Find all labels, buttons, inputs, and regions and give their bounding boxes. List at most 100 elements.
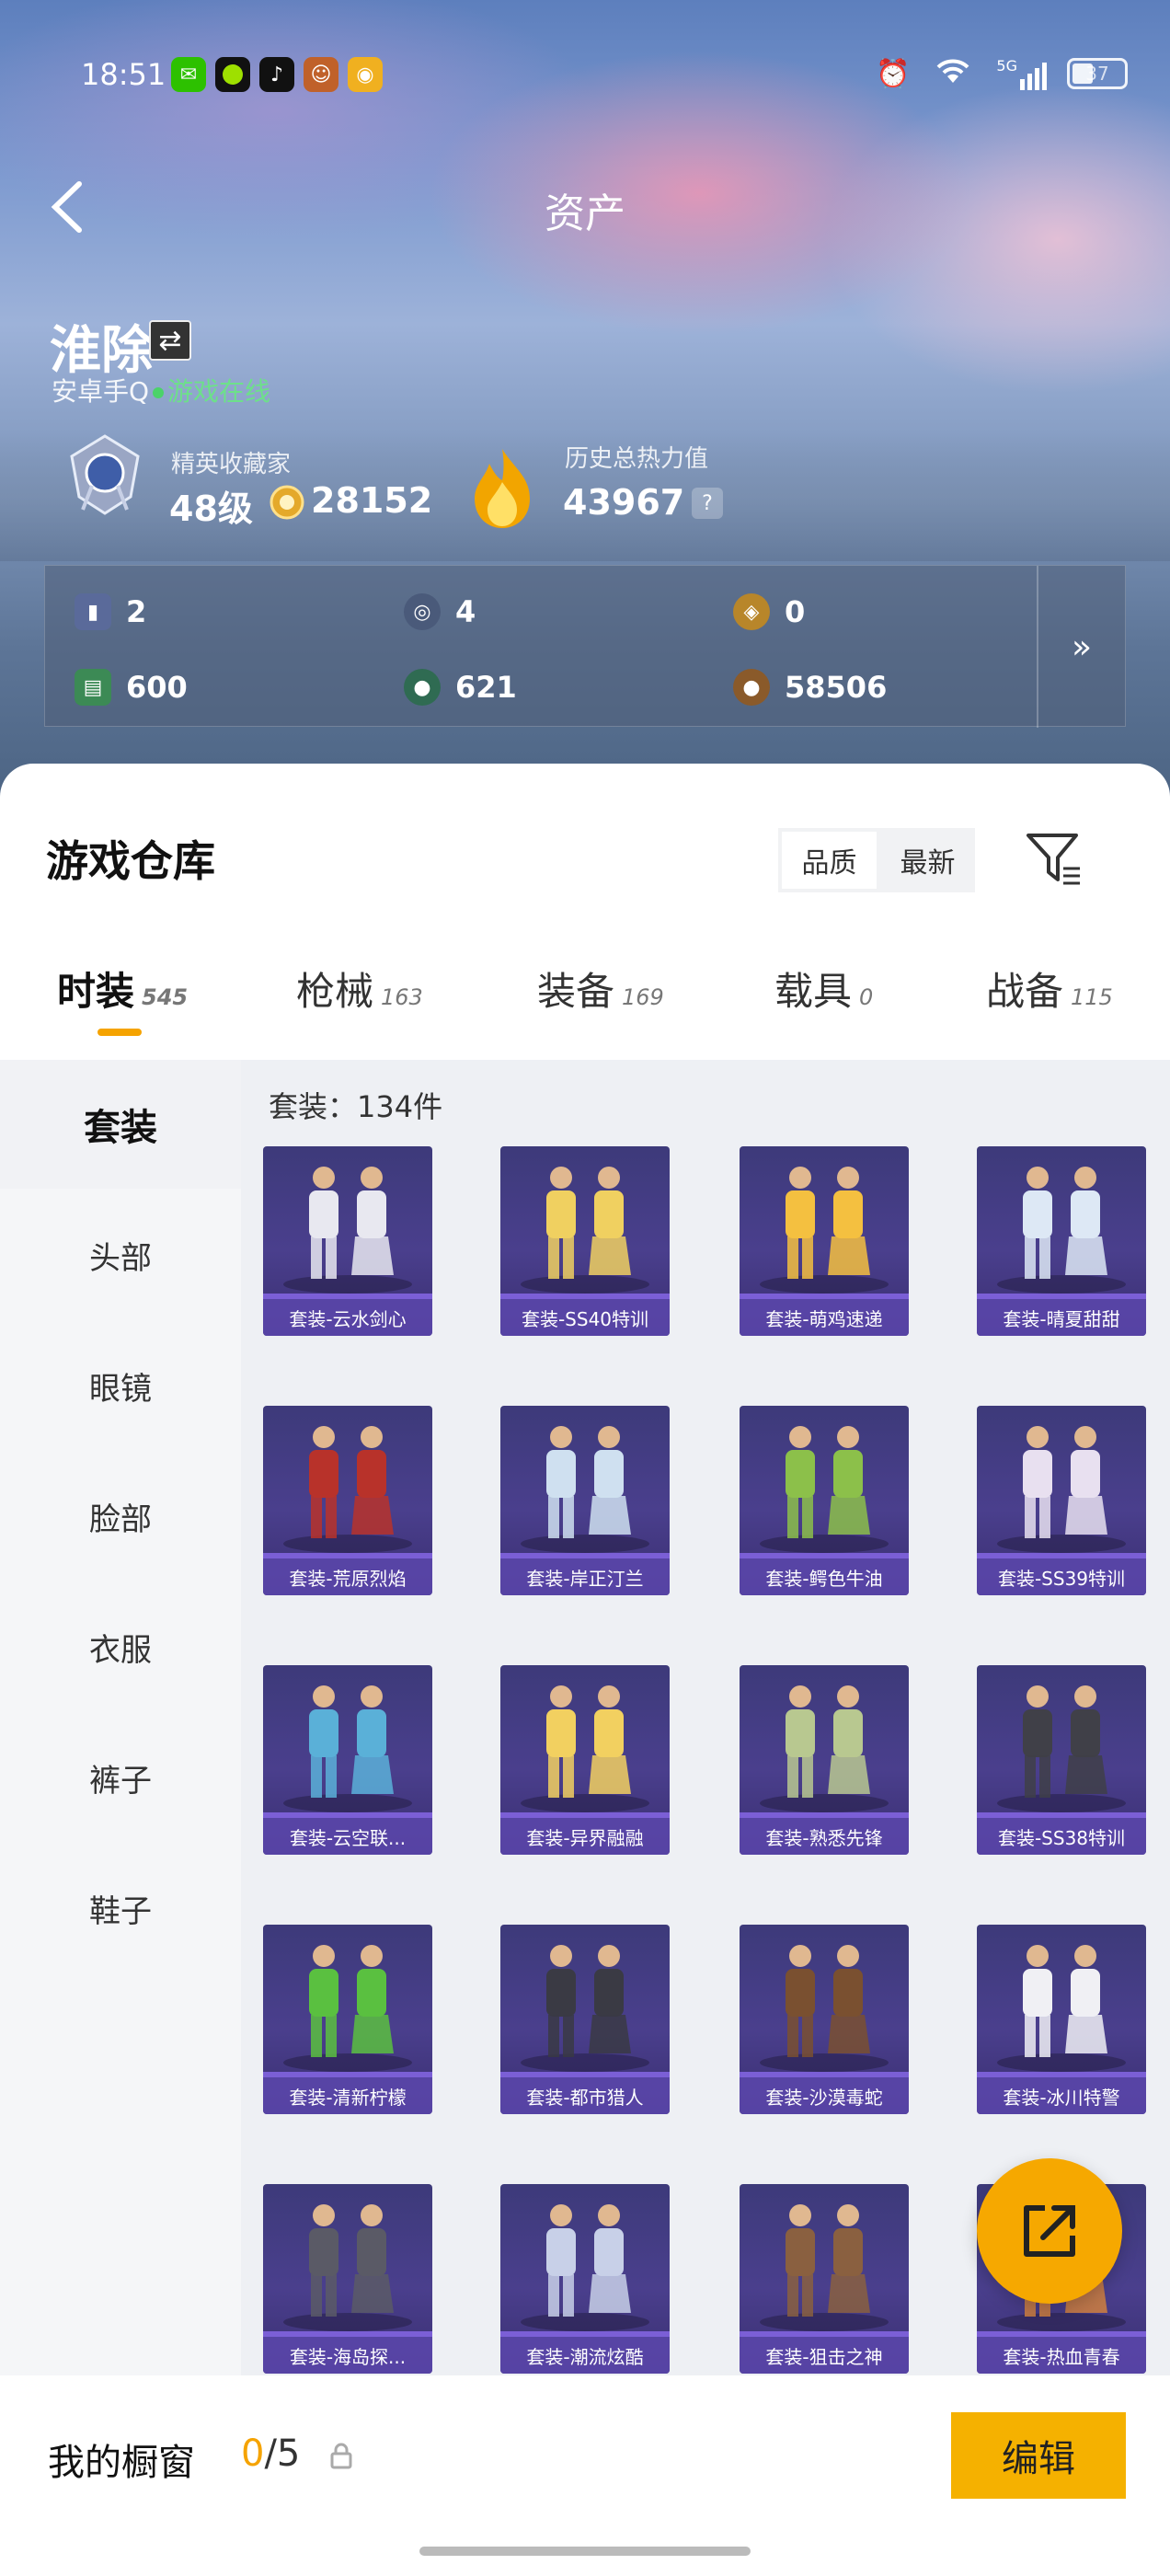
item-card-label: 套装-SS38特训 <box>977 1818 1146 1855</box>
item-card[interactable]: 套装-晴夏甜甜 <box>977 1146 1146 1336</box>
section-title: 游戏仓库 <box>46 836 215 886</box>
alarm-icon: ⏰ <box>876 57 911 90</box>
currency-value: 0 <box>785 594 806 629</box>
help-button[interactable]: ? <box>692 488 723 519</box>
outfit-image <box>997 1945 1126 2072</box>
currency-value: 2 <box>126 594 147 629</box>
status-bar: 18:51 ✉ ♪ ☺ ◉ ⏰ 5G 37 <box>0 0 1170 147</box>
page-title: 资产 <box>545 190 625 237</box>
item-card[interactable]: 套装-异界融融 <box>500 1665 670 1855</box>
sidebar-item-shoes[interactable]: 鞋子 <box>0 1844 241 1972</box>
grid-count-title: 套装：134件 <box>269 1089 443 1124</box>
item-card-label: 套装-岸正汀兰 <box>500 1558 670 1595</box>
item-card-label: 套装-云空联... <box>263 1818 432 1855</box>
item-card[interactable]: 套装-SS40特训 <box>500 1146 670 1336</box>
item-card[interactable]: 套装-云水剑心 <box>263 1146 432 1336</box>
rank-level: 48级 <box>169 489 253 529</box>
online-status: 游戏在线 <box>167 376 271 407</box>
item-card-label: 套装-云水剑心 <box>263 1299 432 1336</box>
item-card-label: 套装-萌鸡速递 <box>740 1299 909 1336</box>
tab-gear[interactable]: 战备 115 <box>986 960 1113 1017</box>
item-card[interactable]: 套装-萌鸡速递 <box>740 1146 909 1336</box>
home-indicator[interactable] <box>419 2547 751 2556</box>
sidebar-item-glasses[interactable]: 眼镜 <box>0 1321 241 1450</box>
tab-count: 163 <box>381 984 423 1010</box>
tab-fashion[interactable]: 时装 545 <box>57 960 188 1017</box>
item-card-label: 套装-荒原烈焰 <box>263 1558 432 1595</box>
item-card[interactable]: 套装-荒原烈焰 <box>263 1406 432 1595</box>
outfit-image <box>521 1685 649 1812</box>
item-card[interactable]: 套装-鳄色牛油 <box>740 1406 909 1595</box>
outfit-image <box>760 1685 889 1812</box>
lock-icon <box>330 2443 352 2469</box>
coin-value: 28152 <box>311 480 433 521</box>
category-tabs: 时装 545 枪械 163 装备 169 载具 0 战备 115 <box>0 926 1170 1060</box>
notification-icons: ✉ ♪ ☺ ◉ <box>171 57 383 92</box>
tab-count: 169 <box>622 984 664 1010</box>
item-card[interactable]: 套装-熟悉先锋 <box>740 1665 909 1855</box>
tab-count: 0 <box>859 984 874 1010</box>
platform-status: 安卓手Q 游戏在线 <box>52 372 270 408</box>
item-card-label: 套装-热血青春 <box>977 2337 1146 2374</box>
compass-icon: ◎ <box>404 593 441 630</box>
sidebar-item-head[interactable]: 头部 <box>0 1190 241 1319</box>
sidebar-item-suits[interactable]: 套装 <box>0 1060 241 1189</box>
tab-label: 载具 <box>774 969 853 1014</box>
tab-equipment[interactable]: 装备 169 <box>537 960 664 1017</box>
online-dot-icon <box>153 387 165 398</box>
share-button[interactable] <box>977 2158 1122 2304</box>
item-card-label: 套装-清新柠檬 <box>263 2077 432 2114</box>
item-card[interactable]: 套装-潮流炫酷 <box>500 2184 670 2374</box>
sort-quality-option[interactable]: 品质 <box>782 832 877 889</box>
tab-count: 115 <box>1071 984 1113 1010</box>
currency-panel: ▮ 2 ◎ 4 ◈ 0 ▤ 600 ● 621 ● 58506 » <box>44 565 1126 728</box>
outfit-image <box>997 1685 1126 1812</box>
game-app-icon: ☺ <box>304 57 338 92</box>
outfit-image <box>283 2204 412 2331</box>
tab-label: 枪械 <box>296 969 374 1014</box>
sort-newest-option[interactable]: 最新 <box>880 828 975 892</box>
item-card[interactable]: 套装-SS38特训 <box>977 1665 1146 1855</box>
filter-icon[interactable] <box>1023 828 1084 889</box>
tab-vehicles[interactable]: 载具 0 <box>774 960 873 1017</box>
item-card[interactable]: 套装-都市猎人 <box>500 1925 670 2114</box>
showcase-count: 0/5 <box>241 2432 300 2475</box>
active-tab-indicator <box>98 1029 142 1036</box>
tab-weapons[interactable]: 枪械 163 <box>296 960 423 1017</box>
currency-item: ● 58506 <box>733 669 887 706</box>
outfit-image <box>283 1685 412 1812</box>
item-card[interactable]: 套装-沙漠毒蛇 <box>740 1925 909 2114</box>
item-card[interactable]: 套装-SS39特训 <box>977 1406 1146 1595</box>
item-card-label: 套装-海岛探... <box>263 2337 432 2374</box>
network-type: 5G <box>996 57 1017 75</box>
expand-currency-button[interactable]: » <box>1037 566 1125 728</box>
outfit-image <box>760 1945 889 2072</box>
weibo-icon: ◉ <box>348 57 383 92</box>
outfit-image <box>760 1426 889 1553</box>
edit-button[interactable]: 编辑 <box>951 2412 1126 2499</box>
item-card[interactable]: 套装-清新柠檬 <box>263 1925 432 2114</box>
currency-value: 58506 <box>785 670 888 705</box>
sidebar-item-pants[interactable]: 裤子 <box>0 1713 241 1842</box>
currency-item: ● 621 <box>404 669 517 706</box>
item-card-label: 套装-SS39特训 <box>977 1558 1146 1595</box>
green-dot-app-icon <box>215 57 250 92</box>
tab-label: 战备 <box>986 969 1064 1014</box>
item-card[interactable]: 套装-云空联... <box>263 1665 432 1855</box>
outfit-image <box>521 1426 649 1553</box>
switch-account-icon[interactable]: ⇄ <box>149 320 191 361</box>
status-right: ⏰ 5G 37 <box>876 53 1128 94</box>
item-card[interactable]: 套装-冰川特警 <box>977 1925 1146 2114</box>
currency-value: 600 <box>126 670 188 705</box>
wifi-icon <box>930 53 976 94</box>
outfit-image <box>521 1945 649 2072</box>
tab-label: 时装 <box>57 969 135 1014</box>
item-card[interactable]: 套装-狙击之神 <box>740 2184 909 2374</box>
item-card[interactable]: 套装-海岛探... <box>263 2184 432 2374</box>
outfit-image <box>760 2204 889 2331</box>
item-card[interactable]: 套装-岸正汀兰 <box>500 1406 670 1595</box>
sidebar-item-clothes[interactable]: 衣服 <box>0 1582 241 1711</box>
sidebar-item-face[interactable]: 脸部 <box>0 1452 241 1581</box>
currency-value: 4 <box>455 594 476 629</box>
heat-label: 历史总热力值 <box>565 445 709 473</box>
